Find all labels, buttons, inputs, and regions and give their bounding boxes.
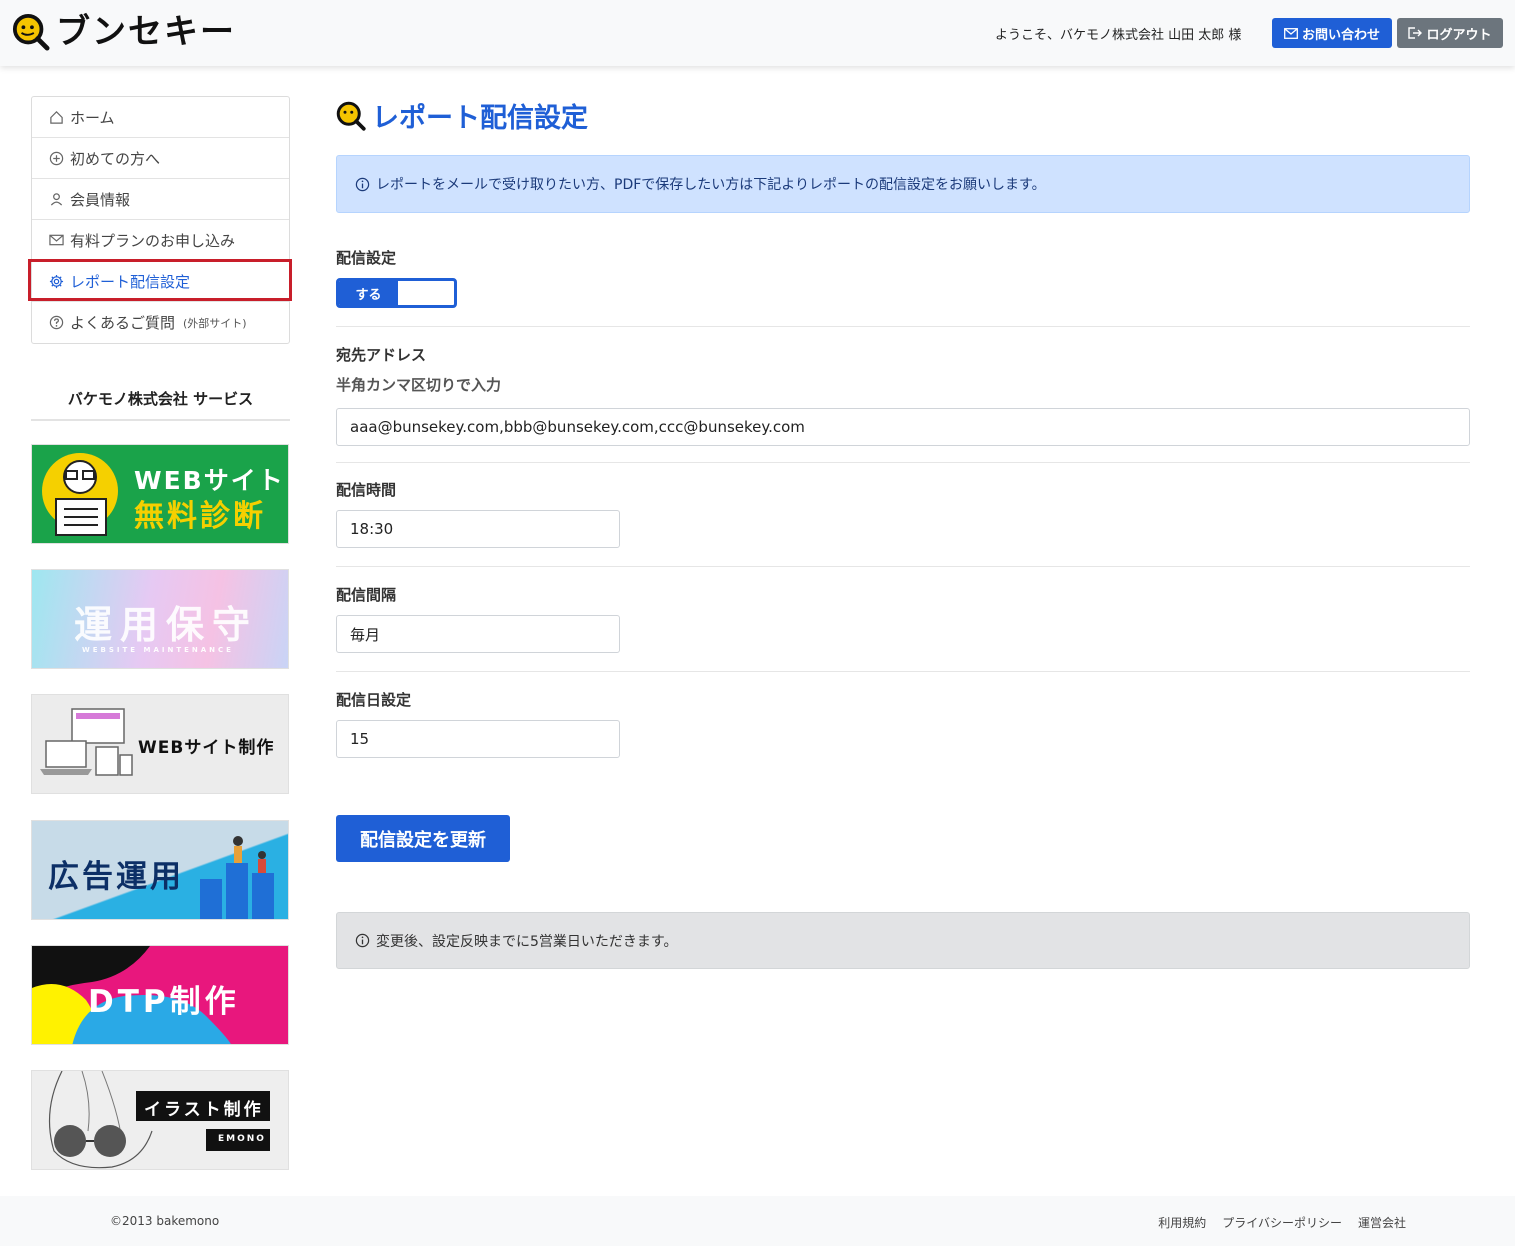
contact-button[interactable]: お問い合わせ	[1272, 18, 1392, 48]
sidebar-item-label: レポート配信設定	[70, 272, 191, 291]
banner-dtp[interactable]: DTP制作	[31, 945, 289, 1045]
footer-link-privacy[interactable]: プライバシーポリシー	[1222, 1214, 1342, 1231]
sidebar-item-home[interactable]: ホーム	[32, 97, 289, 138]
divider	[336, 671, 1470, 672]
interval-select[interactable]: 毎月	[336, 615, 620, 653]
banner-line1: WEBサイト制作	[138, 738, 275, 758]
day-label: 配信日設定	[336, 691, 412, 709]
time-label: 配信時間	[336, 481, 397, 499]
app-logo[interactable]: ブンセキー	[12, 12, 236, 52]
page-title-text: レポート配信設定	[372, 103, 588, 134]
divider	[336, 566, 1470, 567]
info-alert: レポートをメールで受け取りたい方、PDFで保存したい方は下記よりレポートの配信設…	[336, 155, 1470, 213]
divider	[336, 326, 1470, 327]
footer-links: 利用規約 プライバシーポリシー 運営会社	[1158, 1214, 1406, 1231]
delivery-toggle[interactable]: する	[336, 278, 457, 308]
sidebar-item-first-time[interactable]: 初めての方へ	[32, 138, 289, 179]
sidebar-item-paid-plan[interactable]: 有料プランのお申し込み	[32, 220, 289, 261]
banner-line2: 無料診断	[134, 499, 266, 534]
info-alert-text: レポートをメールで受け取りたい方、PDFで保存したい方は下記よりレポートの配信設…	[376, 177, 1046, 193]
banner-line1: DTP制作	[88, 984, 240, 1020]
bar-graph-illustration	[200, 836, 274, 919]
logo-magnifier-icon	[336, 101, 366, 131]
copyright: ©2013 bakemono	[110, 1214, 220, 1228]
divider	[336, 462, 1470, 463]
info-circle-icon	[355, 177, 370, 191]
footer-link-company[interactable]: 運営会社	[1358, 1214, 1406, 1231]
logo-text: ブンセキー	[56, 12, 236, 52]
banner-line2: WEBSITE MAINTENANCE	[82, 646, 234, 654]
time-input[interactable]: 18:30	[336, 510, 620, 548]
sidebar-item-report-settings[interactable]: レポート配信設定	[32, 261, 289, 302]
home-icon	[48, 109, 64, 125]
address-input[interactable]: aaa@bunsekey.com,bbb@bunsekey.com,ccc@bu…	[336, 408, 1470, 446]
toggle-on-label: する	[339, 281, 398, 305]
banner-ad-operation[interactable]: 広告運用	[31, 820, 289, 920]
banner-line1: 広告運用	[48, 859, 184, 895]
address-hint: 半角カンマ区切りで入力	[336, 376, 502, 394]
devices-illustration	[40, 708, 133, 776]
notice-alert: 変更後、設定反映までに5営業日いただきます。	[336, 912, 1470, 969]
top-header: ブンセキー ようこそ、バケモノ株式会社 山田 太郎 様 お問い合わせ ログアウト	[0, 0, 1515, 66]
banner-line1: イラスト制作	[144, 1100, 264, 1120]
notice-alert-text: 変更後、設定反映までに5営業日いただきます。	[376, 933, 678, 950]
logout-icon	[1408, 27, 1423, 39]
address-label: 宛先アドレス	[336, 346, 427, 364]
logout-button-label: ログアウト	[1426, 27, 1492, 43]
banner-web-diagnosis[interactable]: WEBサイト 無料診断	[31, 444, 289, 544]
banner-web-production[interactable]: WEBサイト制作	[31, 694, 289, 794]
page-title: レポート配信設定	[336, 96, 588, 135]
footer-link-terms[interactable]: 利用規約	[1158, 1214, 1206, 1231]
character-illustration	[42, 453, 118, 536]
banner-line2: EMONO	[218, 1134, 266, 1144]
envelope-icon	[48, 232, 64, 248]
welcome-text: ようこそ、バケモノ株式会社 山田 太郎 様	[995, 28, 1242, 43]
logo-magnifier-icon	[12, 13, 50, 51]
logout-button[interactable]: ログアウト	[1397, 18, 1503, 48]
plus-circle-icon	[48, 150, 64, 166]
info-circle-icon	[355, 933, 370, 948]
sidebar-item-label: よくあるご質問	[70, 314, 176, 332]
interval-label: 配信間隔	[336, 586, 397, 604]
person-icon	[48, 191, 64, 207]
sidebar-item-label: ホーム	[70, 108, 115, 127]
banner-maintenance[interactable]: 運用保守 WEBSITE MAINTENANCE	[31, 569, 289, 669]
footer: ©2013 bakemono 利用規約 プライバシーポリシー 運営会社	[0, 1196, 1515, 1246]
banner-illustration[interactable]: イラスト制作 EMONO	[31, 1070, 289, 1170]
sidebar-menu: ホーム 初めての方へ 会員情報 有料プランのお申し込み レポート配信設定 よくあ…	[31, 96, 290, 344]
sidebar-item-member-info[interactable]: 会員情報	[32, 179, 289, 220]
sidebar-item-faq[interactable]: よくあるご質問 (外部サイト)	[32, 302, 289, 343]
contact-button-label: お問い合わせ	[1301, 27, 1380, 43]
services-title: バケモノ株式会社 サービス	[31, 388, 290, 421]
external-site-note: (外部サイト)	[183, 316, 247, 330]
banner-line1: 運用保守	[74, 603, 259, 647]
sidebar-item-label: 初めての方へ	[70, 149, 161, 168]
sidebar-item-label: 有料プランのお申し込み	[70, 231, 236, 250]
delivery-label: 配信設定	[336, 249, 397, 267]
envelope-icon	[1284, 27, 1298, 39]
sidebar-item-label: 会員情報	[70, 190, 131, 209]
question-circle-icon	[48, 315, 64, 331]
day-input[interactable]: 15	[336, 720, 620, 758]
update-settings-button[interactable]: 配信設定を更新	[336, 815, 510, 862]
gear-icon	[48, 273, 64, 289]
